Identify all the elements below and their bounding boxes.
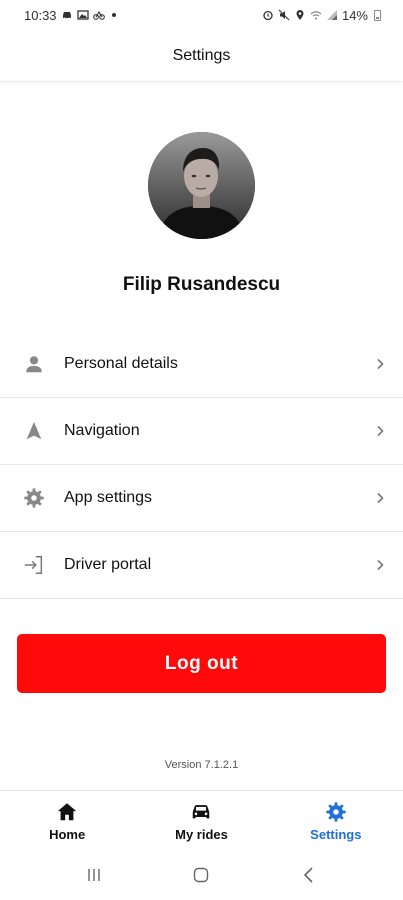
back-button[interactable] xyxy=(294,860,324,890)
nav-label: Settings xyxy=(310,826,362,842)
image-icon xyxy=(76,9,89,21)
menu-item-navigation[interactable]: Navigation xyxy=(0,398,403,465)
chevron-right-icon xyxy=(373,558,387,572)
car-icon xyxy=(61,9,73,21)
bike-icon xyxy=(92,9,105,21)
logout-button[interactable]: Log out xyxy=(17,634,386,693)
location-icon xyxy=(294,9,306,21)
menu-label: Navigation xyxy=(64,422,140,439)
nav-item-home[interactable]: Home xyxy=(0,791,134,850)
person-icon xyxy=(22,352,46,376)
notification-dot xyxy=(111,13,116,17)
nav-label: My rides xyxy=(175,826,228,842)
chevron-right-icon xyxy=(373,424,387,438)
navigation-arrow-icon xyxy=(22,419,46,443)
system-nav xyxy=(0,850,403,900)
bottom-nav: Home My rides Settings xyxy=(0,790,403,850)
nav-label: Home xyxy=(49,826,86,842)
version-text: Version 7.1.2.1 xyxy=(164,759,239,771)
menu-item-driver-portal[interactable]: Driver portal xyxy=(0,532,403,599)
recents-button[interactable] xyxy=(79,860,109,890)
nav-item-settings[interactable]: Settings xyxy=(269,791,403,850)
avatar xyxy=(148,132,255,239)
login-arrow-icon xyxy=(22,553,46,577)
menu-item-app-settings[interactable]: App settings xyxy=(0,465,403,532)
status-bar: 10:33 14% xyxy=(0,0,403,30)
settings-menu: Personal details Navigation App settings… xyxy=(0,331,403,599)
status-left: 10:33 xyxy=(24,8,116,23)
battery-percent: 14% xyxy=(341,7,368,23)
home-icon xyxy=(55,800,79,824)
nav-item-my-rides[interactable]: My rides xyxy=(134,791,268,850)
menu-label: Personal details xyxy=(64,355,178,372)
wifi-icon xyxy=(310,9,322,21)
home-button[interactable] xyxy=(186,860,216,890)
menu-label: App settings xyxy=(64,489,153,506)
chevron-right-icon xyxy=(373,491,387,505)
battery-icon xyxy=(374,9,381,21)
menu-item-personal-details[interactable]: Personal details xyxy=(0,331,403,398)
alarm-icon xyxy=(262,9,274,21)
status-time: 10:33 xyxy=(24,7,57,23)
signal-icon xyxy=(326,9,338,21)
app-header: Settings xyxy=(0,30,403,82)
profile-name: Filip Rusandescu xyxy=(122,274,281,295)
gear-icon xyxy=(324,800,348,824)
mute-icon xyxy=(278,9,290,21)
page-title: Settings xyxy=(172,46,231,64)
chevron-right-icon xyxy=(373,357,387,371)
car-icon xyxy=(189,800,213,824)
status-right: 14% xyxy=(262,8,381,23)
gear-icon xyxy=(22,486,46,510)
menu-label: Driver portal xyxy=(64,556,152,573)
